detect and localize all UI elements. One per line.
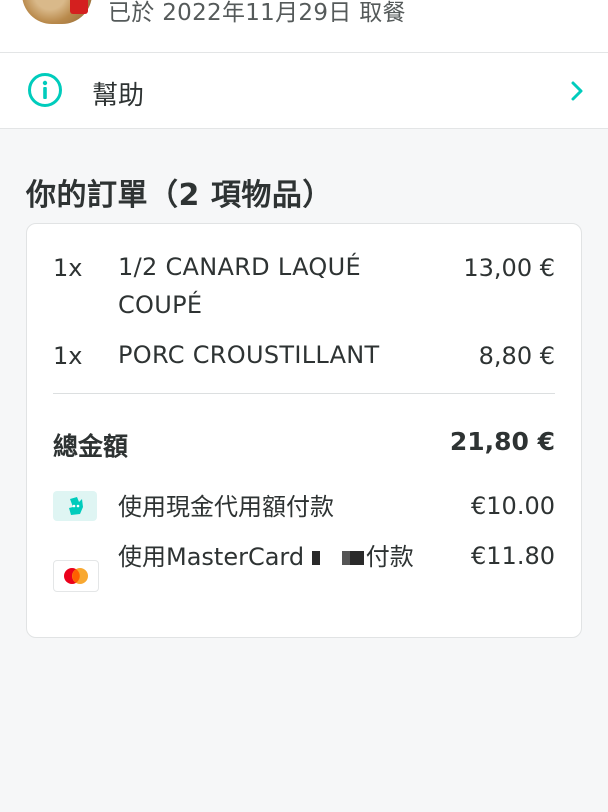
redacted-card-number [341, 551, 350, 565]
payment-method-text: 使用現金代用額付款 [118, 493, 334, 521]
divider [53, 393, 555, 394]
order-summary-card: 1x 1/2 CANARD LAQUÉ COUPÉ 13,00 € 1x POR… [26, 223, 582, 638]
restaurant-avatar [22, 0, 92, 24]
order-title: 你的訂單（2 項物品） [26, 178, 333, 213]
deliveroo-credit-icon [53, 491, 97, 521]
mastercard-icon [53, 560, 99, 592]
info-icon [28, 73, 62, 107]
total-value: 21,80 € [449, 427, 555, 456]
help-label: 幫助 [92, 81, 145, 111]
item-name: PORC CROUSTILLANT [118, 341, 380, 369]
help-row[interactable]: 幫助 [0, 53, 608, 129]
payment-method-text: 使用MasterCard 付款 [118, 537, 428, 577]
payment-card-label: 使用MasterCard [118, 543, 305, 571]
payment-amount: €10.00 [471, 492, 555, 520]
redacted-card-number [311, 551, 320, 565]
item-quantity: 1x [53, 254, 83, 282]
pickup-status-text: 已於 2022年11月29日 取餐 [108, 0, 406, 26]
item-name: 1/2 CANARD LAQUÉ COUPÉ [118, 253, 361, 319]
item-price: 13,00 € [463, 254, 555, 282]
order-status-header: 已於 2022年11月29日 取餐 [0, 0, 608, 53]
chevron-right-icon [571, 81, 583, 101]
redacted-card-number [349, 551, 364, 565]
payment-suffix-label: 付款 [365, 543, 414, 571]
item-quantity: 1x [53, 342, 83, 370]
total-label: 總金額 [53, 432, 129, 461]
item-price: 8,80 € [478, 342, 555, 370]
payment-amount: €11.80 [471, 542, 555, 570]
